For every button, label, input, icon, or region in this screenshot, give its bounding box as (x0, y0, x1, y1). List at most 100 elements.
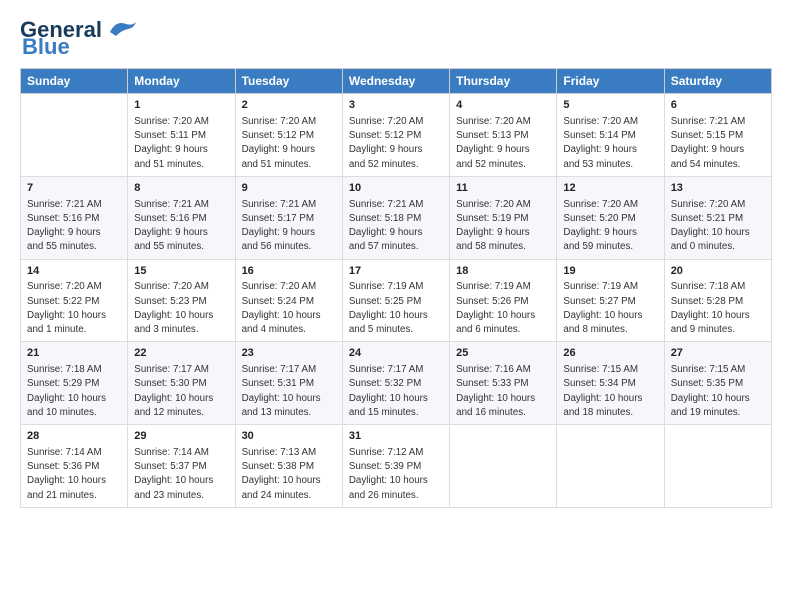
day-number: 7 (27, 181, 121, 197)
day-info: Sunrise: 7:18 AM Sunset: 5:28 PM Dayligh… (671, 280, 765, 337)
calendar-week-row: 28Sunrise: 7:14 AM Sunset: 5:36 PM Dayli… (21, 425, 772, 508)
calendar-cell: 14Sunrise: 7:20 AM Sunset: 5:22 PM Dayli… (21, 259, 128, 342)
day-number: 26 (563, 346, 657, 362)
day-info: Sunrise: 7:20 AM Sunset: 5:24 PM Dayligh… (242, 280, 336, 337)
calendar-cell: 28Sunrise: 7:14 AM Sunset: 5:36 PM Dayli… (21, 425, 128, 508)
day-info: Sunrise: 7:15 AM Sunset: 5:34 PM Dayligh… (563, 363, 657, 420)
calendar-cell: 17Sunrise: 7:19 AM Sunset: 5:25 PM Dayli… (342, 259, 449, 342)
day-info: Sunrise: 7:14 AM Sunset: 5:37 PM Dayligh… (134, 446, 228, 503)
day-info: Sunrise: 7:20 AM Sunset: 5:12 PM Dayligh… (349, 115, 443, 172)
calendar-cell: 27Sunrise: 7:15 AM Sunset: 5:35 PM Dayli… (664, 342, 771, 425)
calendar-header-row: SundayMondayTuesdayWednesdayThursdayFrid… (21, 69, 772, 94)
logo-bird-icon (106, 18, 138, 40)
calendar-cell: 31Sunrise: 7:12 AM Sunset: 5:39 PM Dayli… (342, 425, 449, 508)
day-number: 25 (456, 346, 550, 362)
calendar-cell: 21Sunrise: 7:18 AM Sunset: 5:29 PM Dayli… (21, 342, 128, 425)
day-info: Sunrise: 7:20 AM Sunset: 5:22 PM Dayligh… (27, 280, 121, 337)
calendar-cell: 3Sunrise: 7:20 AM Sunset: 5:12 PM Daylig… (342, 94, 449, 177)
calendar-cell: 16Sunrise: 7:20 AM Sunset: 5:24 PM Dayli… (235, 259, 342, 342)
day-info: Sunrise: 7:21 AM Sunset: 5:16 PM Dayligh… (134, 198, 228, 255)
day-number: 19 (563, 264, 657, 280)
day-info: Sunrise: 7:21 AM Sunset: 5:16 PM Dayligh… (27, 198, 121, 255)
day-info: Sunrise: 7:21 AM Sunset: 5:15 PM Dayligh… (671, 115, 765, 172)
day-info: Sunrise: 7:16 AM Sunset: 5:33 PM Dayligh… (456, 363, 550, 420)
calendar-header-saturday: Saturday (664, 69, 771, 94)
day-number: 18 (456, 264, 550, 280)
calendar-cell: 11Sunrise: 7:20 AM Sunset: 5:19 PM Dayli… (450, 176, 557, 259)
day-number: 2 (242, 98, 336, 114)
calendar-header-sunday: Sunday (21, 69, 128, 94)
calendar-header-wednesday: Wednesday (342, 69, 449, 94)
day-number: 20 (671, 264, 765, 280)
day-number: 16 (242, 264, 336, 280)
calendar-week-row: 14Sunrise: 7:20 AM Sunset: 5:22 PM Dayli… (21, 259, 772, 342)
day-info: Sunrise: 7:20 AM Sunset: 5:21 PM Dayligh… (671, 198, 765, 255)
day-number: 11 (456, 181, 550, 197)
day-info: Sunrise: 7:17 AM Sunset: 5:30 PM Dayligh… (134, 363, 228, 420)
calendar-cell: 24Sunrise: 7:17 AM Sunset: 5:32 PM Dayli… (342, 342, 449, 425)
page: General Blue SundayMondayTuesdayWednesda… (0, 0, 792, 518)
calendar-week-row: 7Sunrise: 7:21 AM Sunset: 5:16 PM Daylig… (21, 176, 772, 259)
day-number: 14 (27, 264, 121, 280)
calendar-cell: 7Sunrise: 7:21 AM Sunset: 5:16 PM Daylig… (21, 176, 128, 259)
calendar-cell (664, 425, 771, 508)
day-info: Sunrise: 7:20 AM Sunset: 5:23 PM Dayligh… (134, 280, 228, 337)
day-info: Sunrise: 7:20 AM Sunset: 5:11 PM Dayligh… (134, 115, 228, 172)
day-number: 27 (671, 346, 765, 362)
day-number: 29 (134, 429, 228, 445)
calendar-cell: 1Sunrise: 7:20 AM Sunset: 5:11 PM Daylig… (128, 94, 235, 177)
day-info: Sunrise: 7:20 AM Sunset: 5:12 PM Dayligh… (242, 115, 336, 172)
day-number: 15 (134, 264, 228, 280)
day-number: 5 (563, 98, 657, 114)
day-info: Sunrise: 7:17 AM Sunset: 5:32 PM Dayligh… (349, 363, 443, 420)
calendar-cell: 9Sunrise: 7:21 AM Sunset: 5:17 PM Daylig… (235, 176, 342, 259)
calendar-header-friday: Friday (557, 69, 664, 94)
calendar-cell: 5Sunrise: 7:20 AM Sunset: 5:14 PM Daylig… (557, 94, 664, 177)
calendar-table: SundayMondayTuesdayWednesdayThursdayFrid… (20, 68, 772, 508)
calendar-cell: 19Sunrise: 7:19 AM Sunset: 5:27 PM Dayli… (557, 259, 664, 342)
day-info: Sunrise: 7:19 AM Sunset: 5:27 PM Dayligh… (563, 280, 657, 337)
calendar-cell: 18Sunrise: 7:19 AM Sunset: 5:26 PM Dayli… (450, 259, 557, 342)
day-number: 23 (242, 346, 336, 362)
calendar-week-row: 1Sunrise: 7:20 AM Sunset: 5:11 PM Daylig… (21, 94, 772, 177)
calendar-cell: 10Sunrise: 7:21 AM Sunset: 5:18 PM Dayli… (342, 176, 449, 259)
day-info: Sunrise: 7:17 AM Sunset: 5:31 PM Dayligh… (242, 363, 336, 420)
day-info: Sunrise: 7:19 AM Sunset: 5:25 PM Dayligh… (349, 280, 443, 337)
calendar-cell: 4Sunrise: 7:20 AM Sunset: 5:13 PM Daylig… (450, 94, 557, 177)
calendar-cell: 23Sunrise: 7:17 AM Sunset: 5:31 PM Dayli… (235, 342, 342, 425)
day-number: 9 (242, 181, 336, 197)
header: General Blue (20, 18, 772, 58)
calendar-header-thursday: Thursday (450, 69, 557, 94)
calendar-header-monday: Monday (128, 69, 235, 94)
day-number: 3 (349, 98, 443, 114)
calendar-header-tuesday: Tuesday (235, 69, 342, 94)
day-number: 1 (134, 98, 228, 114)
calendar-cell: 6Sunrise: 7:21 AM Sunset: 5:15 PM Daylig… (664, 94, 771, 177)
calendar-cell: 26Sunrise: 7:15 AM Sunset: 5:34 PM Dayli… (557, 342, 664, 425)
day-info: Sunrise: 7:20 AM Sunset: 5:14 PM Dayligh… (563, 115, 657, 172)
calendar-cell (21, 94, 128, 177)
day-info: Sunrise: 7:12 AM Sunset: 5:39 PM Dayligh… (349, 446, 443, 503)
day-number: 21 (27, 346, 121, 362)
day-info: Sunrise: 7:15 AM Sunset: 5:35 PM Dayligh… (671, 363, 765, 420)
day-number: 12 (563, 181, 657, 197)
day-number: 8 (134, 181, 228, 197)
day-number: 4 (456, 98, 550, 114)
day-number: 22 (134, 346, 228, 362)
day-info: Sunrise: 7:21 AM Sunset: 5:17 PM Dayligh… (242, 198, 336, 255)
day-number: 28 (27, 429, 121, 445)
day-info: Sunrise: 7:20 AM Sunset: 5:19 PM Dayligh… (456, 198, 550, 255)
calendar-cell: 20Sunrise: 7:18 AM Sunset: 5:28 PM Dayli… (664, 259, 771, 342)
calendar-cell: 12Sunrise: 7:20 AM Sunset: 5:20 PM Dayli… (557, 176, 664, 259)
calendar-cell: 15Sunrise: 7:20 AM Sunset: 5:23 PM Dayli… (128, 259, 235, 342)
calendar-cell: 8Sunrise: 7:21 AM Sunset: 5:16 PM Daylig… (128, 176, 235, 259)
calendar-cell: 13Sunrise: 7:20 AM Sunset: 5:21 PM Dayli… (664, 176, 771, 259)
day-info: Sunrise: 7:14 AM Sunset: 5:36 PM Dayligh… (27, 446, 121, 503)
logo-blue: Blue (22, 36, 70, 58)
day-number: 10 (349, 181, 443, 197)
calendar-cell: 2Sunrise: 7:20 AM Sunset: 5:12 PM Daylig… (235, 94, 342, 177)
day-number: 13 (671, 181, 765, 197)
day-info: Sunrise: 7:18 AM Sunset: 5:29 PM Dayligh… (27, 363, 121, 420)
day-info: Sunrise: 7:13 AM Sunset: 5:38 PM Dayligh… (242, 446, 336, 503)
day-info: Sunrise: 7:19 AM Sunset: 5:26 PM Dayligh… (456, 280, 550, 337)
